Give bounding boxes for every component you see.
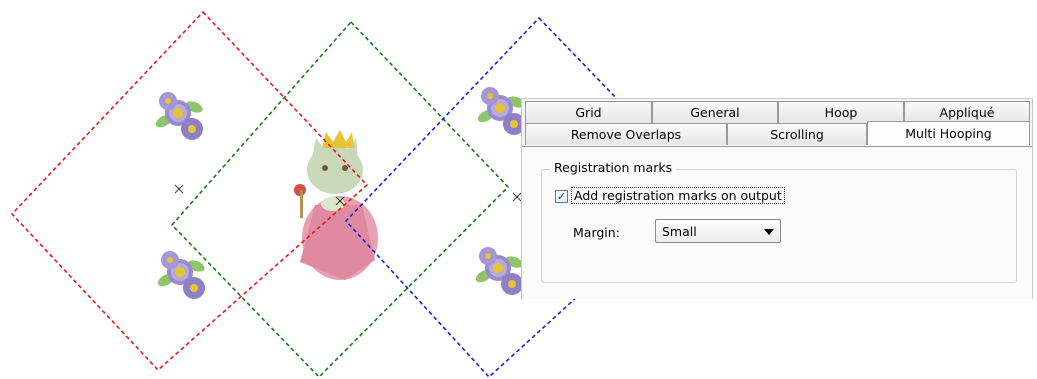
tab-scrolling[interactable]: Scrolling [727,123,867,145]
tab-multi-hooping[interactable]: Multi Hooping [867,121,1030,145]
tab-label: Appliqué [939,105,995,120]
chevron-down-icon [764,229,774,235]
group-title: Registration marks [550,160,677,175]
tab-label: Scrolling [770,127,824,142]
flower-motif [473,247,525,295]
add-registration-marks-checkbox[interactable]: ✓ [555,190,568,203]
registration-marks-group: Registration marks ✓ Add registration ma… [541,160,1017,283]
options-dialog: Grid General Hoop Appliqué Remove Overla… [521,98,1033,299]
tab-remove-overlaps[interactable]: Remove Overlaps [525,123,727,145]
red-hoop[interactable] [10,10,369,372]
flower-motif [155,251,207,299]
tab-label: Remove Overlaps [570,127,682,142]
tab-grid[interactable]: Grid [525,101,652,123]
margin-label: Margin: [573,225,620,240]
tab-label: Hoop [824,105,858,120]
center-mark [512,192,522,202]
tab-label: Grid [575,105,602,120]
checkmark-icon: ✓ [556,190,567,203]
add-registration-marks-label[interactable]: Add registration marks on output [571,187,785,204]
center-mark [174,184,184,194]
tab-label: General [690,105,740,120]
margin-select-value: Small [662,223,697,239]
tab-hoop[interactable]: Hoop [778,101,904,123]
tab-applique[interactable]: Appliqué [904,101,1030,123]
tab-label: Multi Hooping [905,126,992,141]
tab-general[interactable]: General [652,101,778,123]
margin-select[interactable]: Small [655,219,781,243]
flower-motif [153,92,205,140]
multi-hooping-panel: Registration marks ✓ Add registration ma… [522,146,1032,299]
flower-motif [475,87,527,135]
